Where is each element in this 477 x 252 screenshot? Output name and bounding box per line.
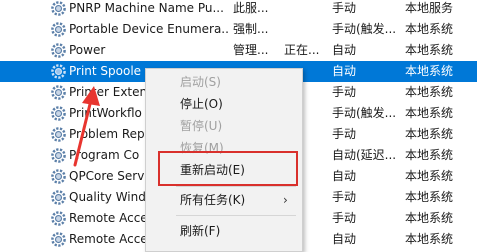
gear-icon (51, 232, 66, 247)
service-startup-type: 手动 (332, 211, 357, 225)
service-logon-as: 本地系统 (405, 232, 454, 246)
chevron-right-icon: › (283, 193, 288, 207)
menu-item-pause[interactable]: 暂停(U) (146, 116, 302, 136)
gear-icon (51, 106, 66, 121)
gear-icon (51, 64, 66, 79)
menu-item-label: 暂停(U) (180, 119, 223, 133)
menu-item-label: 启动(S) (180, 75, 221, 89)
gear-icon (51, 22, 66, 37)
menu-item-label: 所有任务(K) (180, 193, 246, 207)
menu-item-refresh[interactable]: 刷新(F) (146, 221, 302, 241)
service-logon-as: 本地系统 (405, 43, 454, 57)
highlight-box (158, 151, 298, 186)
service-startup-type: 手动 (332, 127, 357, 141)
service-name: Portable Device Enumera... (69, 22, 229, 36)
menu-item-all-tasks[interactable]: 所有任务(K) › (146, 190, 302, 210)
service-row[interactable]: PNRP Machine Name Pu... 此服... 手动 本地服务 (0, 0, 477, 19)
menu-item-stop[interactable]: 停止(O) (146, 94, 302, 114)
service-status: 正在... (284, 43, 320, 57)
service-startup-type: 自动 (332, 64, 357, 78)
gear-icon (51, 169, 66, 184)
service-logon-as: 本地系统 (405, 148, 454, 162)
gear-icon (51, 127, 66, 142)
service-startup-type: 手动 (332, 1, 357, 15)
service-logon-as: 本地系统 (405, 169, 454, 183)
menu-item-label: 停止(O) (180, 97, 223, 111)
service-logon-as: 本地系统 (405, 127, 454, 141)
service-startup-type: 手动(触发... (332, 22, 397, 36)
gear-icon (51, 85, 66, 100)
service-description: 此服... (233, 1, 269, 15)
menu-separator (176, 186, 296, 187)
gear-icon (51, 1, 66, 16)
service-description: 强制... (233, 22, 269, 36)
service-logon-as: 本地系统 (405, 106, 454, 120)
service-logon-as: 本地系统 (405, 211, 454, 225)
service-startup-type: 自动 (332, 232, 357, 246)
service-startup-type: 自动 (332, 169, 357, 183)
service-logon-as: 本地系统 (405, 85, 454, 99)
service-logon-as: 本地系统 (405, 22, 454, 36)
service-logon-as: 本地服务 (405, 1, 454, 15)
service-logon-as: 本地系统 (405, 190, 454, 204)
gear-icon (51, 148, 66, 163)
service-startup-type: 自动(延迟... (332, 148, 397, 162)
service-startup-type: 自动 (332, 43, 357, 57)
service-row[interactable]: Power 管理... 正在... 自动 本地系统 (0, 40, 477, 61)
gear-icon (51, 190, 66, 205)
menu-separator (176, 215, 296, 216)
menu-item-label: 刷新(F) (180, 224, 221, 238)
gear-icon (51, 43, 66, 58)
service-name: Power (69, 43, 106, 57)
service-startup-type: 手动(触发... (332, 106, 397, 120)
service-name: PNRP Machine Name Pu... (69, 1, 224, 15)
menu-item-start[interactable]: 启动(S) (146, 72, 302, 92)
service-startup-type: 手动 (332, 190, 357, 204)
service-status (284, 19, 328, 40)
service-logon-as: 本地系统 (405, 64, 454, 78)
service-row[interactable]: Portable Device Enumera... 强制... 手动(触发..… (0, 19, 477, 40)
service-description: 管理... (233, 43, 269, 57)
gear-icon (51, 211, 66, 226)
service-startup-type: 手动 (332, 85, 357, 99)
service-status (284, 0, 328, 19)
